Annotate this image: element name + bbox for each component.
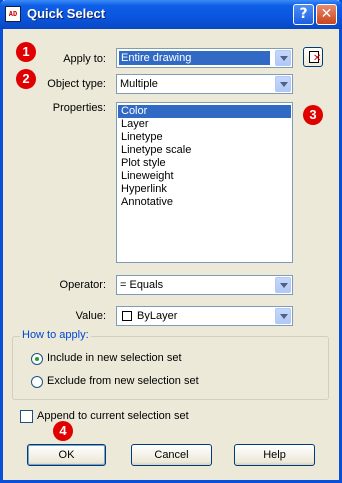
color-swatch <box>122 311 132 321</box>
callout-badge-4: 4 <box>53 421 73 441</box>
property-item-plot-style[interactable]: Plot style <box>118 157 292 170</box>
object-type-dropdown[interactable]: Multiple <box>116 74 293 94</box>
chevron-down-icon[interactable] <box>275 50 291 66</box>
help-title-button[interactable]: ? <box>293 4 314 25</box>
property-item-linetype-scale[interactable]: Linetype scale <box>118 144 292 157</box>
autocad-app-icon: AD <box>5 6 21 22</box>
exclude-radio-label[interactable]: Exclude from new selection set <box>47 375 199 387</box>
operator-dropdown[interactable]: = Equals <box>116 275 293 295</box>
how-to-apply-group <box>12 336 329 400</box>
operator-label: Operator: <box>59 279 106 291</box>
append-checkbox[interactable] <box>20 410 33 423</box>
callout-badge-3: 3 <box>303 105 323 125</box>
properties-listbox[interactable]: Color Layer Linetype Linetype scale Plot… <box>116 102 293 263</box>
select-objects-button[interactable]: ✕ <box>303 47 323 67</box>
object-type-label: Object type: <box>47 78 106 90</box>
ok-button[interactable]: OK <box>27 444 106 466</box>
title-bar[interactable]: AD Quick Select ? ✕ <box>0 0 342 29</box>
property-item-annotative[interactable]: Annotative <box>118 196 292 209</box>
exclude-radio[interactable] <box>31 376 43 388</box>
help-button[interactable]: Help <box>234 444 315 466</box>
callout-badge-2: 2 <box>16 69 36 89</box>
apply-to-value: Entire drawing <box>119 51 270 65</box>
value-value: ByLayer <box>137 310 178 322</box>
object-type-value: Multiple <box>120 78 158 90</box>
window-title: Quick Select <box>27 6 106 21</box>
operator-value: = Equals <box>120 279 164 291</box>
include-radio-label[interactable]: Include in new selection set <box>47 352 182 364</box>
property-item-color[interactable]: Color <box>118 105 291 118</box>
property-item-hyperlink[interactable]: Hyperlink <box>118 183 292 196</box>
callout-badge-1: 1 <box>16 42 36 62</box>
value-dropdown[interactable]: ByLayer <box>116 306 293 326</box>
close-button[interactable]: ✕ <box>316 4 337 25</box>
properties-label: Properties: <box>52 102 106 114</box>
apply-to-label: Apply to: <box>63 53 106 65</box>
how-to-apply-title: How to apply: <box>20 329 91 341</box>
chevron-down-icon[interactable] <box>275 308 291 324</box>
apply-to-dropdown[interactable]: Entire drawing <box>116 48 293 68</box>
include-radio[interactable] <box>31 353 43 365</box>
red-x-icon: ✕ <box>313 53 322 64</box>
property-item-layer[interactable]: Layer <box>118 118 292 131</box>
radio-selected-dot <box>35 357 39 361</box>
chevron-down-icon[interactable] <box>275 76 291 92</box>
value-label: Value: <box>75 310 106 322</box>
cancel-button[interactable]: Cancel <box>131 444 212 466</box>
chevron-down-icon[interactable] <box>275 277 291 293</box>
property-item-lineweight[interactable]: Lineweight <box>118 170 292 183</box>
property-item-linetype[interactable]: Linetype <box>118 131 292 144</box>
append-checkbox-label[interactable]: Append to current selection set <box>37 410 189 422</box>
